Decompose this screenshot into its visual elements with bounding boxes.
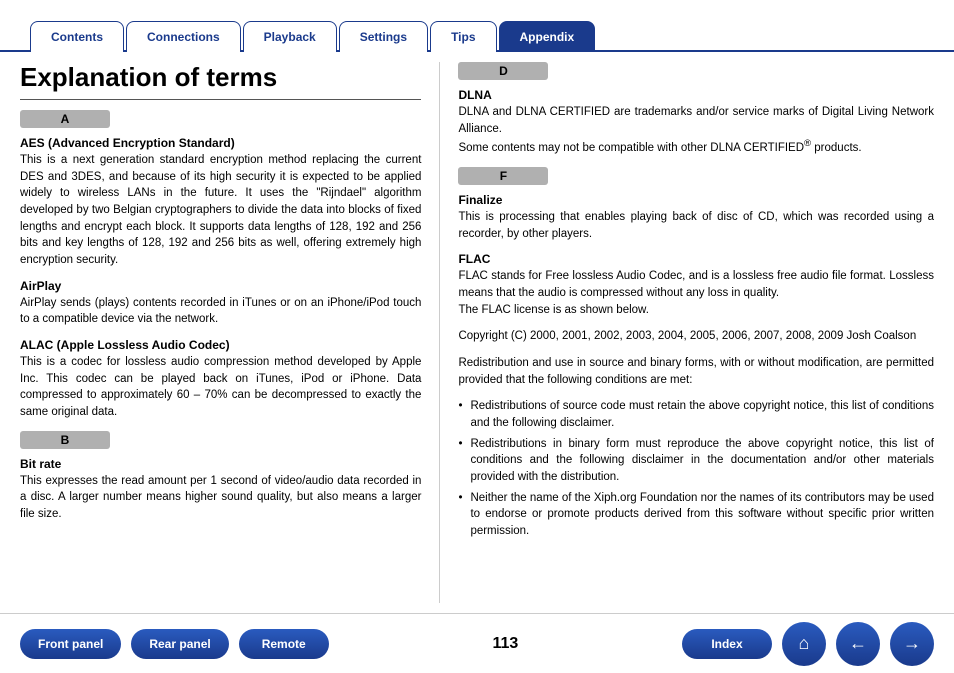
term-aes-body: This is a next generation standard encry…	[20, 152, 421, 269]
remote-button[interactable]: Remote	[239, 629, 329, 659]
front-panel-button[interactable]: Front panel	[20, 629, 121, 659]
term-aes-title: AES (Advanced Encryption Standard)	[20, 136, 421, 150]
tab-connections[interactable]: Connections	[126, 21, 241, 52]
footer: Front panel Rear panel Remote 113 Index …	[0, 613, 954, 673]
term-bitrate: Bit rate This expresses the read amount …	[20, 457, 421, 523]
term-alac-body: This is a codec for lossless audio compr…	[20, 354, 421, 421]
back-button[interactable]: ←	[836, 622, 880, 666]
term-flac-body: FLAC stands for Free lossless Audio Code…	[458, 268, 934, 318]
forward-button[interactable]: →	[890, 622, 934, 666]
term-flac-title: FLAC	[458, 252, 934, 266]
tab-contents[interactable]: Contents	[30, 21, 124, 52]
flac-bullet-1: Redistributions of source code must reta…	[458, 398, 934, 431]
right-column: D DLNA DLNA and DLNA CERTIFIED are trade…	[440, 62, 934, 603]
flac-bullet-list: Redistributions of source code must reta…	[458, 398, 934, 539]
term-airplay: AirPlay AirPlay sends (plays) contents r…	[20, 279, 421, 328]
term-dlna-title: DLNA	[458, 88, 934, 102]
page-title: Explanation of terms	[20, 62, 421, 93]
tab-settings[interactable]: Settings	[339, 21, 428, 52]
content-area: Explanation of terms A AES (Advanced Enc…	[0, 52, 954, 613]
flac-bullet-2: Redistributions in binary form must repr…	[458, 436, 934, 486]
flac-bullet-3: Neither the name of the Xiph.org Foundat…	[458, 490, 934, 540]
term-flac: FLAC FLAC stands for Free lossless Audio…	[458, 252, 934, 318]
tab-appendix[interactable]: Appendix	[499, 21, 596, 52]
flac-redistribution: Redistribution and use in source and bin…	[458, 355, 934, 388]
tab-navigation: Contents Connections Playback Settings T…	[0, 0, 954, 52]
page-number: 113	[492, 635, 518, 653]
term-finalize-title: Finalize	[458, 193, 934, 207]
main-content: Explanation of terms A AES (Advanced Enc…	[0, 52, 954, 673]
footer-right-buttons: Index ⌂ ← →	[682, 622, 934, 666]
forward-icon: →	[903, 633, 921, 654]
term-airplay-body: AirPlay sends (plays) contents recorded …	[20, 295, 421, 328]
section-b-bar: B	[20, 431, 110, 449]
term-bitrate-title: Bit rate	[20, 457, 421, 471]
back-icon: ←	[849, 633, 867, 654]
tab-playback[interactable]: Playback	[243, 21, 337, 52]
flac-copyright: Copyright (C) 2000, 2001, 2002, 2003, 20…	[458, 328, 934, 345]
home-button[interactable]: ⌂	[782, 622, 826, 666]
section-d-bar: D	[458, 62, 548, 80]
term-airplay-title: AirPlay	[20, 279, 421, 293]
section-f-bar: F	[458, 167, 548, 185]
term-alac-title: ALAC (Apple Lossless Audio Codec)	[20, 338, 421, 352]
tab-tips[interactable]: Tips	[430, 21, 496, 52]
term-alac: ALAC (Apple Lossless Audio Codec) This i…	[20, 338, 421, 421]
term-finalize: Finalize This is processing that enables…	[458, 193, 934, 242]
left-column: Explanation of terms A AES (Advanced Enc…	[20, 62, 440, 603]
index-button[interactable]: Index	[682, 629, 772, 659]
title-divider	[20, 99, 421, 100]
term-aes: AES (Advanced Encryption Standard) This …	[20, 136, 421, 269]
home-icon: ⌂	[799, 633, 810, 654]
section-a-bar: A	[20, 110, 110, 128]
term-dlna-body: DLNA and DLNA CERTIFIED are trademarks a…	[458, 104, 934, 157]
term-finalize-body: This is processing that enables playing …	[458, 209, 934, 242]
term-dlna: DLNA DLNA and DLNA CERTIFIED are tradema…	[458, 88, 934, 157]
footer-left-buttons: Front panel Rear panel Remote	[20, 629, 329, 659]
rear-panel-button[interactable]: Rear panel	[131, 629, 228, 659]
term-bitrate-body: This expresses the read amount per 1 sec…	[20, 473, 421, 523]
